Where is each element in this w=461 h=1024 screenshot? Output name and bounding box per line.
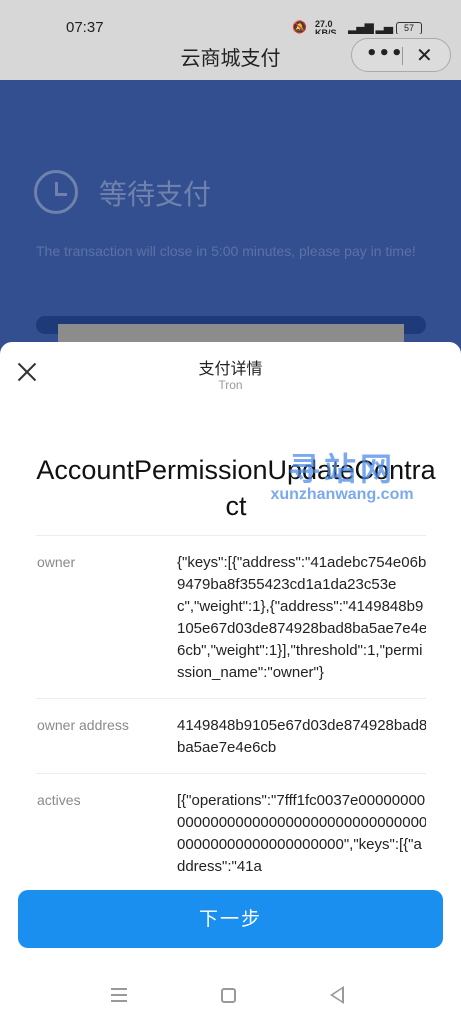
- app-header: 云商城支付 ••• ✕: [0, 34, 461, 80]
- system-nav-bar: [0, 930, 461, 1024]
- detail-value: 4149848b9105e67d03de874928bad8ba5ae7e4e6…: [177, 717, 426, 756]
- detail-value: [{"operations":"7fff1fc0037e000000000000…: [177, 792, 426, 875]
- close-icon[interactable]: ✕: [416, 43, 433, 67]
- payment-status-title: 等待支付: [99, 178, 212, 211]
- detail-row-actives: actives [{"operations":"7fff1fc0037e0000…: [36, 773, 426, 875]
- detail-label: owner address: [37, 717, 129, 733]
- payment-details-sheet: 支付详情 Tron AccountPermissionUpdateContrac…: [0, 342, 461, 1024]
- capsule-divider: [402, 47, 403, 65]
- close-notice: The transaction will close in 5:00 minut…: [36, 243, 416, 259]
- detail-label: actives: [37, 792, 81, 808]
- detail-row-owner: owner {"keys":[{"address":"41adebc754e06…: [36, 535, 426, 698]
- detail-row-owner-address: owner address 4149848b9105e67d03de874928…: [36, 698, 426, 773]
- payment-status-panel: 等待支付 The transaction will close in 5:00 …: [0, 80, 461, 380]
- detail-value: {"keys":[{"address":"41adebc754e06b9479b…: [177, 554, 426, 681]
- contract-name: AccountPermissionUpdateContract: [36, 455, 436, 521]
- more-icon[interactable]: •••: [366, 43, 404, 64]
- back-icon[interactable]: [330, 986, 344, 1004]
- countdown-bar: [36, 316, 426, 344]
- status-bar: 07:37 🔕 27.0 KB/S ▂▄▆ ▂▄ 57: [0, 0, 461, 38]
- detail-label: owner: [37, 554, 76, 570]
- menu-icon[interactable]: [111, 988, 127, 1002]
- sheet-subtitle: Tron: [218, 378, 243, 392]
- sheet-title: 支付详情: [198, 359, 263, 378]
- countdown-fill: [58, 324, 404, 344]
- signal-icon: ▂▄▆ ▂▄: [348, 20, 393, 34]
- details-list[interactable]: owner {"keys":[{"address":"41adebc754e06…: [36, 535, 426, 875]
- mute-icon: 🔕: [292, 20, 307, 34]
- clock-icon: [34, 170, 78, 214]
- mini-program-capsule: ••• ✕: [351, 38, 451, 72]
- home-icon[interactable]: [221, 988, 236, 1003]
